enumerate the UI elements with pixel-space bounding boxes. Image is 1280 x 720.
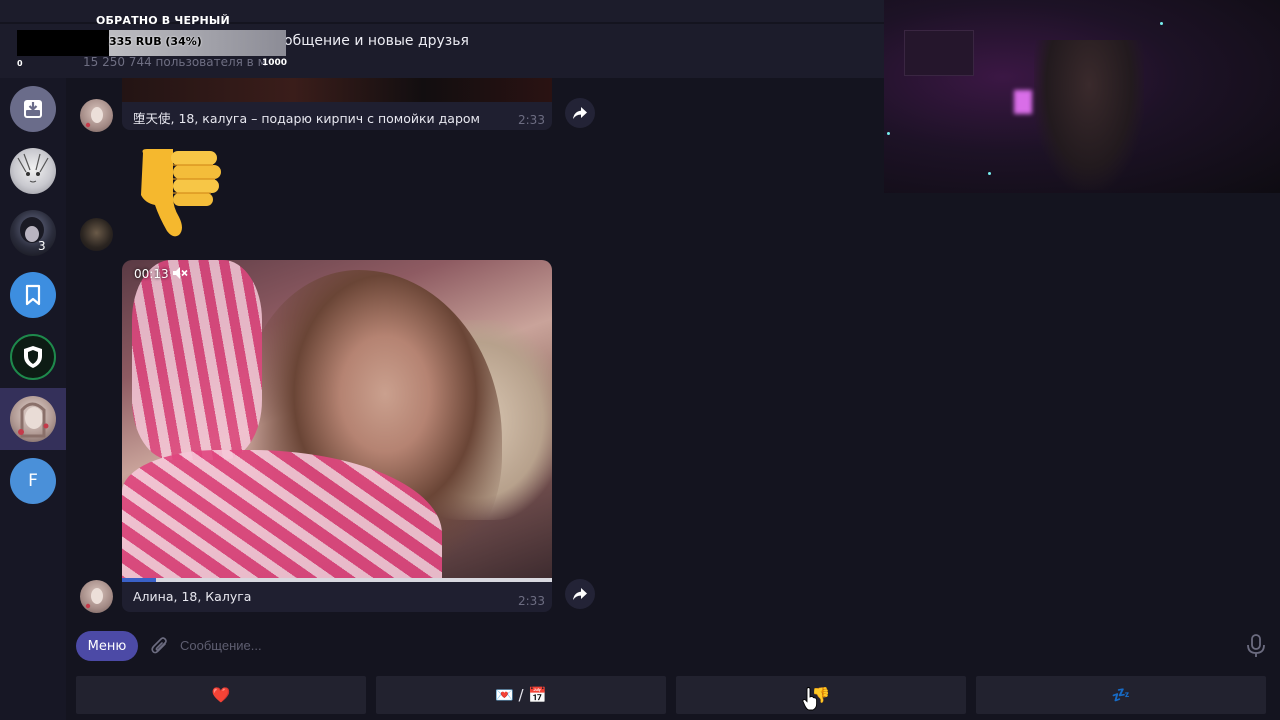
- keyboard-button-like[interactable]: ❤️: [76, 676, 366, 714]
- sidebar-item-active-chat[interactable]: [10, 396, 56, 442]
- sidebar-item-saved[interactable]: [10, 272, 56, 318]
- bookmark-icon: [25, 284, 41, 306]
- mute-icon[interactable]: [172, 266, 188, 280]
- cam-light: [1014, 90, 1032, 114]
- sidebar-item-letter-avatar[interactable]: F: [10, 458, 56, 504]
- manga-avatar-icon: [17, 153, 49, 183]
- message-image-strip[interactable]: [122, 78, 552, 102]
- donation-min: 0: [17, 59, 23, 68]
- message-text: Алина, 18, Калуга: [133, 589, 252, 604]
- chat-title[interactable]: общение и новые друзья: [284, 33, 469, 49]
- chat-member-count: 15 250 744 пользователя в м: [83, 55, 267, 69]
- share-icon: [573, 107, 587, 119]
- cam-person: [1034, 40, 1144, 190]
- sidebar-item-dark-avatar[interactable]: [10, 210, 56, 256]
- sidebar-item-archive[interactable]: [10, 86, 56, 132]
- attach-icon[interactable]: [150, 636, 170, 658]
- donation-amount: 335 RUB (34%): [109, 35, 202, 48]
- archive-icon: [24, 100, 42, 118]
- donation-goal-title: ОБРАТНО В ЧЕРНЫЙ: [96, 14, 230, 27]
- keyboard-button-sleep[interactable]: 💤: [976, 676, 1266, 714]
- dark-avatar-icon: [20, 217, 44, 243]
- video-message[interactable]: 00:13: [122, 260, 552, 582]
- share-icon: [573, 588, 587, 600]
- sidebar-item-shield[interactable]: [10, 334, 56, 380]
- sender-avatar[interactable]: [80, 99, 113, 132]
- thumbs-down-icon: [141, 149, 221, 237]
- sender-avatar-icon: [85, 588, 103, 609]
- message-time: 2:33: [518, 594, 545, 608]
- cam-light-dot: [988, 172, 991, 175]
- microphone-icon[interactable]: [1246, 634, 1266, 658]
- cam-light-dot: [887, 132, 890, 135]
- video-duration: 00:13: [134, 267, 169, 281]
- message-text: 堕天使, 18, калуга – подарю кирпич с помойк…: [133, 111, 480, 126]
- video-sleeve: [132, 260, 262, 460]
- share-button[interactable]: [565, 98, 595, 128]
- menu-button[interactable]: Меню: [76, 631, 138, 661]
- sender-avatar-icon: [85, 107, 103, 128]
- webcam-overlay: [884, 0, 1280, 193]
- active-chat-avatar-icon: [18, 402, 49, 438]
- shield-icon: [24, 346, 42, 368]
- unread-badge: 3: [38, 239, 46, 253]
- sidebar-item-manga-avatar[interactable]: [10, 148, 56, 194]
- sender-avatar[interactable]: [80, 580, 113, 613]
- message-time: 2:33: [518, 113, 545, 127]
- cam-light-dot: [1160, 22, 1163, 25]
- sender-avatar-dark[interactable]: [80, 218, 113, 251]
- message-input[interactable]: [180, 632, 1230, 658]
- keyboard-button-message[interactable]: 💌 / 📅: [376, 676, 666, 714]
- cam-monitor: [904, 30, 974, 76]
- chat-sidebar: 3 F: [0, 78, 66, 720]
- share-button[interactable]: [565, 579, 595, 609]
- hand-cursor-icon: [802, 687, 818, 711]
- donation-max: 1000: [262, 58, 288, 68]
- keyboard-button-dislike[interactable]: 👎: [676, 676, 966, 714]
- thumbs-down-sticker[interactable]: [133, 145, 223, 240]
